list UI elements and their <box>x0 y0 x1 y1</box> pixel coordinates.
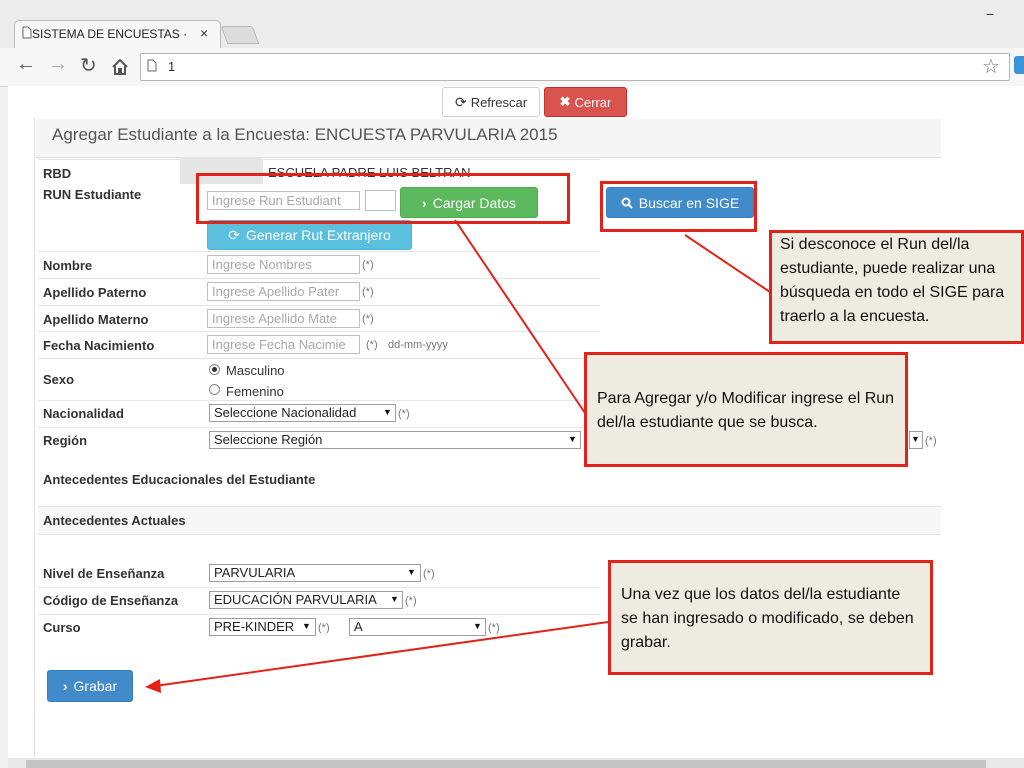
sige-callout: Si desconoce el Run del/la estudiante, p… <box>769 230 1024 344</box>
sige-callout-line <box>684 234 771 293</box>
save-callout-arrow <box>154 621 609 687</box>
save-callout: Una vez que los datos del/la estudiante … <box>608 560 933 675</box>
run-callout-line <box>454 219 586 414</box>
run-callout: Para Agregar y/o Modificar ingrese el Ru… <box>584 352 908 467</box>
arrowhead <box>145 679 161 693</box>
scrollbar-thumb[interactable] <box>26 760 986 768</box>
